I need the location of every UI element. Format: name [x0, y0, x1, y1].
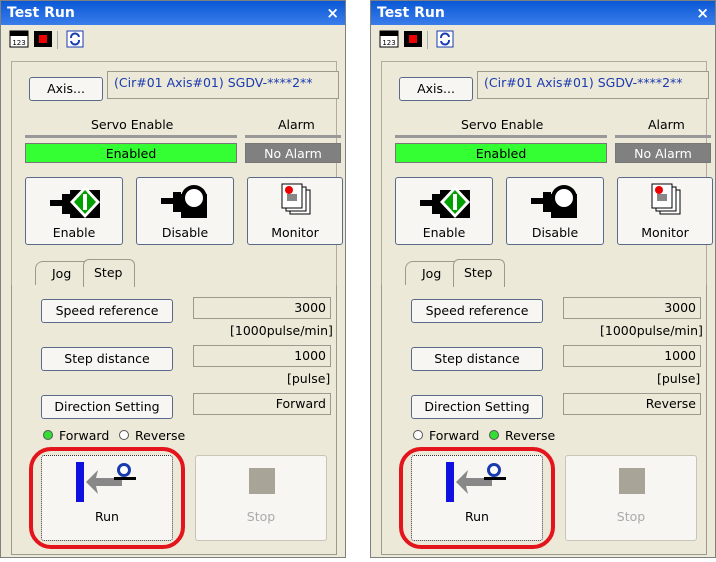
speed-unit: [1000pulse/min]	[600, 323, 703, 338]
speed-value-field: 3000	[563, 297, 701, 319]
tab-jog-label: Jog	[422, 266, 442, 281]
test-run-panel-right: Test Run × 123 Axis... (Cir#01 Axis#01) …	[370, 0, 716, 558]
divider	[615, 135, 711, 138]
forward-label: Forward	[59, 428, 110, 443]
stop-square-icon	[249, 468, 275, 494]
monitor-button[interactable]: Monitor	[617, 177, 713, 245]
step-distance-field: 1000	[563, 345, 701, 367]
alarm-label: Alarm	[648, 117, 685, 132]
enable-button[interactable]: Enable	[25, 177, 123, 245]
monitor-button-label: Monitor	[641, 225, 689, 240]
servo-off-icon	[531, 185, 577, 218]
disable-button[interactable]: Disable	[136, 177, 234, 245]
toolbar: 123	[371, 25, 715, 55]
servo-status-indicator: Enabled	[395, 143, 607, 163]
tab-jog[interactable]: Jog	[405, 261, 459, 285]
direction-setting-button[interactable]: Direction Setting	[411, 395, 543, 419]
reverse-radio[interactable]	[489, 430, 499, 440]
speed-unit: [1000pulse/min]	[230, 323, 333, 338]
close-icon[interactable]: ×	[326, 1, 339, 25]
numeric-display-icon[interactable]: 123	[9, 29, 29, 49]
run-button[interactable]: Run	[41, 455, 173, 541]
disable-button-label: Disable	[531, 225, 579, 240]
run-button-label: Run	[465, 509, 489, 524]
window-title: Test Run	[377, 5, 445, 21]
forward-radio[interactable]	[413, 430, 423, 440]
divider	[395, 135, 607, 138]
servo-off-icon	[161, 185, 207, 218]
window-title: Test Run	[7, 5, 75, 21]
enable-button-label: Enable	[52, 225, 96, 240]
disable-button[interactable]: Disable	[506, 177, 604, 245]
stop-button-label: Stop	[616, 509, 646, 524]
refresh-icon[interactable]	[435, 29, 455, 49]
run-step-icon	[76, 462, 136, 502]
speed-reference-button[interactable]: Speed reference	[411, 299, 543, 323]
run-button-label: Run	[95, 509, 119, 524]
direction-setting-button[interactable]: Direction Setting	[41, 395, 173, 419]
stop-square-icon	[619, 468, 645, 494]
reverse-label: Reverse	[505, 428, 556, 443]
step-unit: [pulse]	[287, 371, 331, 386]
axis-button[interactable]: Axis...	[29, 77, 103, 101]
window-title-bar: Test Run ×	[1, 1, 345, 25]
axis-field: (Cir#01 Axis#01) SGDV-****2**	[477, 71, 709, 99]
stop-button-label: Stop	[246, 509, 276, 524]
refresh-icon[interactable]	[65, 29, 85, 49]
monitor-icon	[651, 183, 681, 215]
monitor-icon	[281, 183, 311, 215]
stop-button[interactable]: Stop	[565, 455, 697, 541]
axis-button[interactable]: Axis...	[399, 77, 473, 101]
window-title-bar: Test Run ×	[371, 1, 715, 25]
servo-on-icon	[420, 186, 470, 218]
reverse-radio[interactable]	[119, 430, 129, 440]
stop-button[interactable]: Stop	[195, 455, 327, 541]
enable-button[interactable]: Enable	[395, 177, 493, 245]
tab-jog-label: Jog	[52, 266, 72, 281]
tab-step[interactable]: Step	[83, 259, 135, 287]
forward-label: Forward	[429, 428, 480, 443]
toolbar-separator	[427, 31, 428, 49]
alarm-label: Alarm	[278, 117, 315, 132]
tab-step[interactable]: Step	[453, 259, 505, 287]
step-distance-button[interactable]: Step distance	[41, 347, 173, 371]
forward-radio[interactable]	[43, 430, 53, 440]
servo-enable-label: Servo Enable	[461, 117, 544, 132]
servo-on-icon	[50, 186, 100, 218]
record-icon[interactable]	[33, 29, 53, 49]
step-distance-button[interactable]: Step distance	[411, 347, 543, 371]
step-unit: [pulse]	[657, 371, 701, 386]
divider	[245, 135, 341, 138]
test-run-panel-left: Test Run × 123 Axis... (Cir#01 Axis#01) …	[0, 0, 346, 558]
servo-status-indicator: Enabled	[25, 143, 237, 163]
enable-button-label: Enable	[422, 225, 466, 240]
run-button[interactable]: Run	[411, 455, 543, 541]
record-icon[interactable]	[403, 29, 423, 49]
monitor-button-label: Monitor	[271, 225, 319, 240]
step-distance-field: 1000	[193, 345, 331, 367]
reverse-label: Reverse	[135, 428, 186, 443]
svg-text:123: 123	[12, 39, 25, 47]
tab-step-label: Step	[94, 265, 123, 280]
axis-field: (Cir#01 Axis#01) SGDV-****2**	[107, 71, 339, 99]
speed-reference-button[interactable]: Speed reference	[41, 299, 173, 323]
alarm-status-indicator: No Alarm	[245, 143, 341, 163]
toolbar: 123	[1, 25, 345, 55]
tab-jog[interactable]: Jog	[35, 261, 89, 285]
direction-value-field: Reverse	[563, 393, 701, 415]
direction-value-field: Forward	[193, 393, 331, 415]
tab-step-label: Step	[464, 265, 493, 280]
numeric-display-icon[interactable]: 123	[379, 29, 399, 49]
divider	[25, 135, 237, 138]
servo-enable-label: Servo Enable	[91, 117, 174, 132]
speed-value-field: 3000	[193, 297, 331, 319]
close-icon[interactable]: ×	[696, 1, 709, 25]
svg-text:123: 123	[382, 39, 395, 47]
alarm-status-indicator: No Alarm	[615, 143, 711, 163]
run-step-icon	[446, 462, 506, 502]
toolbar-separator	[57, 31, 58, 49]
disable-button-label: Disable	[161, 225, 209, 240]
monitor-button[interactable]: Monitor	[247, 177, 343, 245]
